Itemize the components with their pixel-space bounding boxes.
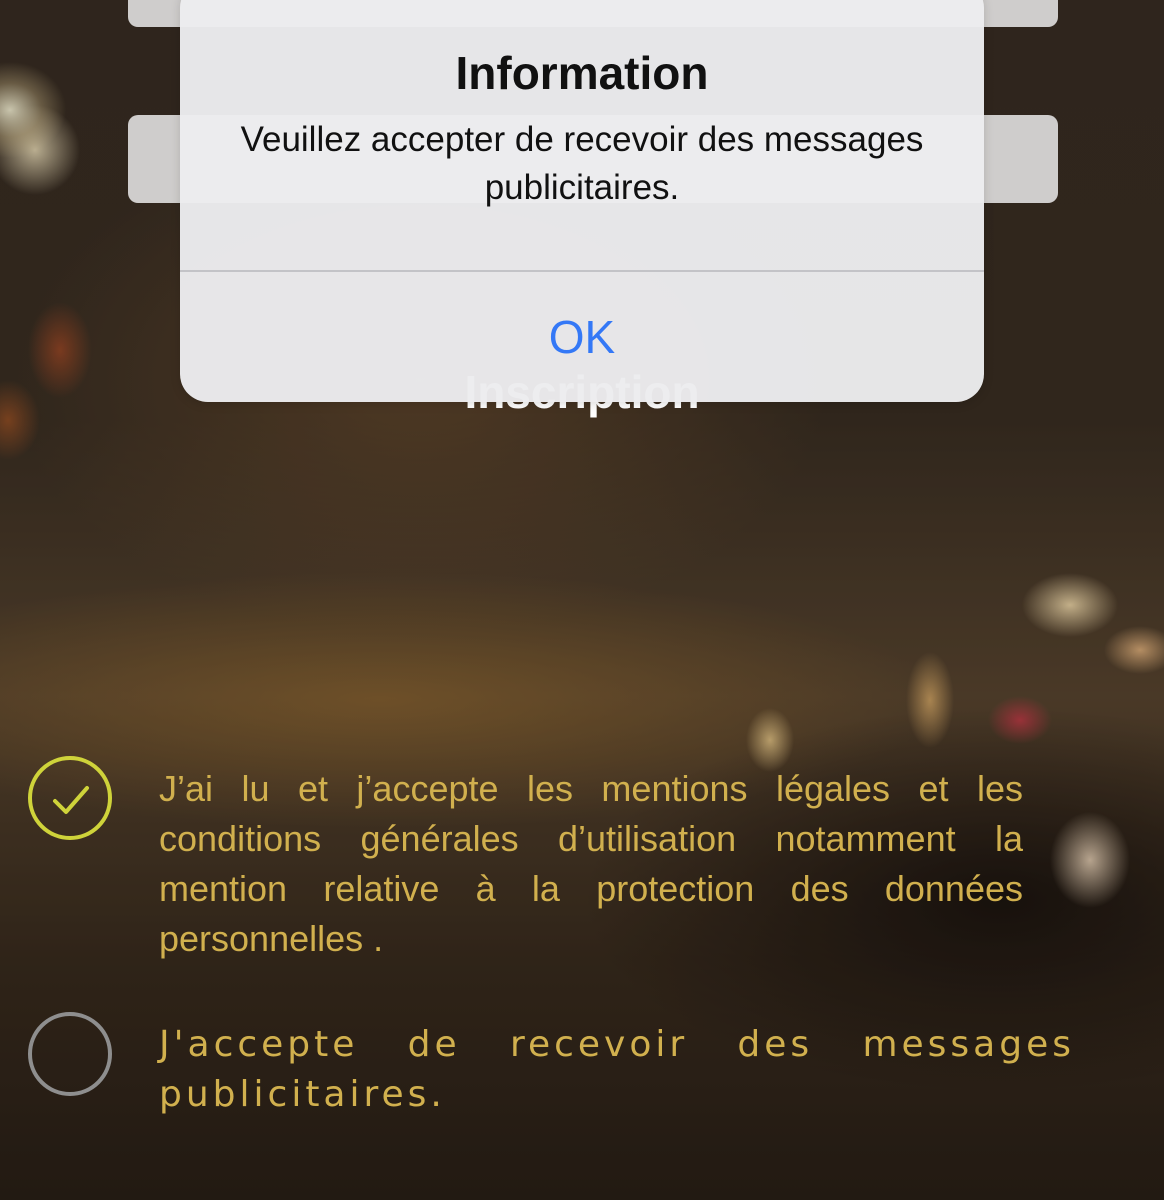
alert-title: Information (455, 47, 709, 99)
alert-dialog: Information Veuillez accepter de recevoi… (180, 0, 984, 402)
empty-circle-icon[interactable] (28, 1012, 112, 1096)
checkmark-icon (53, 786, 89, 814)
ok-button[interactable]: OK (180, 272, 984, 402)
consent-marketing-label: J'accepte de recevoir des messages publi… (159, 1024, 1075, 1115)
checkmark-circle-icon[interactable] (28, 756, 112, 840)
alert-message: Veuillez accepter de recevoir des messag… (240, 120, 924, 207)
consent-legal-label: J’ai lu et j’accepte les mentions légale… (159, 768, 1023, 959)
